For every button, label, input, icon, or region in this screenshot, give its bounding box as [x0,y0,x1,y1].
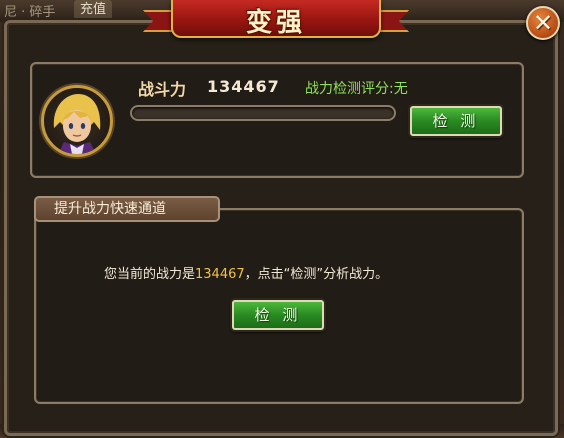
power-value: 134467 [207,77,280,96]
description-prefix: 您当前的战力是 [104,267,196,282]
background-recharge-chip: 充值 [74,0,113,20]
description-power-value: 134467 [195,267,245,282]
power-label: 战斗力 [138,80,187,99]
rating-text: 战力检测评分:无 [305,81,408,97]
check-button-top[interactable]: 检 测 [410,106,502,136]
power-progress-bar [130,105,396,121]
description-suffix: ，点击“检测”分析战力。 [244,267,389,282]
dialog-title: 变强 [245,8,306,38]
ribbon-body: 变强 [171,0,381,38]
close-icon: ✕ [532,9,554,37]
close-button[interactable]: ✕ [526,6,560,40]
background-player-name: 尼 · 碎手 [4,5,56,20]
power-description: 您当前的战力是134467，点击“检测”分析战力。 [104,263,388,282]
check-button-main[interactable]: 检 测 [232,300,324,330]
quick-channel-tab: 提升战力快速通道 [34,196,220,222]
hero-portrait-icon [53,94,101,154]
title-ribbon: 变强 [143,0,409,40]
hero-avatar [41,85,113,157]
